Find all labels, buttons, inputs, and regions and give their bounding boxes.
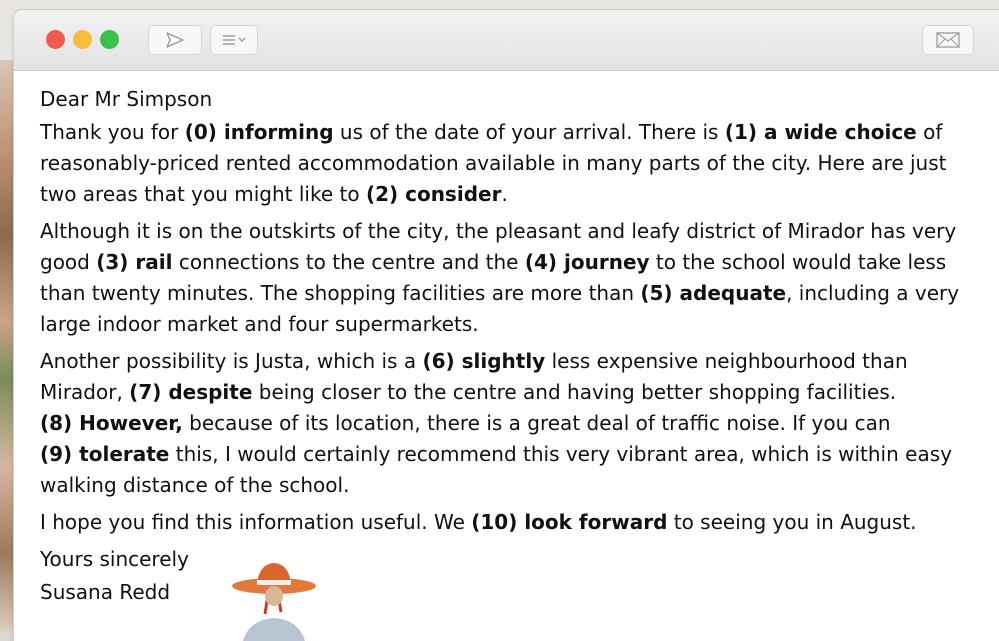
close-window-button[interactable]: [46, 30, 65, 49]
paragraph-2: Although it is on the outskirts of the c…: [40, 219, 960, 336]
signature: Susana Redd: [40, 580, 171, 604]
paragraph-3: Another possibility is Justa, which is a…: [40, 349, 952, 497]
closing: Yours sincerely: [40, 547, 189, 571]
title-bar: [14, 10, 999, 71]
paragraph-4: I hope you find this information useful.…: [40, 510, 917, 534]
message-body[interactable]: Dear Mr Simpson Thank you for (0) inform…: [40, 84, 980, 614]
woman-with-hat-illustration: [219, 558, 329, 641]
list-dropdown-icon: [221, 33, 247, 47]
new-message-button[interactable]: [922, 25, 974, 55]
mail-window: Dear Mr Simpson Thank you for (0) inform…: [14, 10, 999, 641]
greeting: Dear Mr Simpson: [40, 87, 213, 111]
send-button[interactable]: [148, 25, 202, 55]
paper-plane-icon: [165, 32, 185, 48]
paragraph-1: Thank you for (0) informing us of the da…: [40, 120, 947, 206]
maximize-window-button[interactable]: [100, 30, 119, 49]
format-menu-button[interactable]: [210, 25, 258, 55]
minimize-window-button[interactable]: [73, 30, 92, 49]
envelope-icon: [936, 32, 960, 48]
